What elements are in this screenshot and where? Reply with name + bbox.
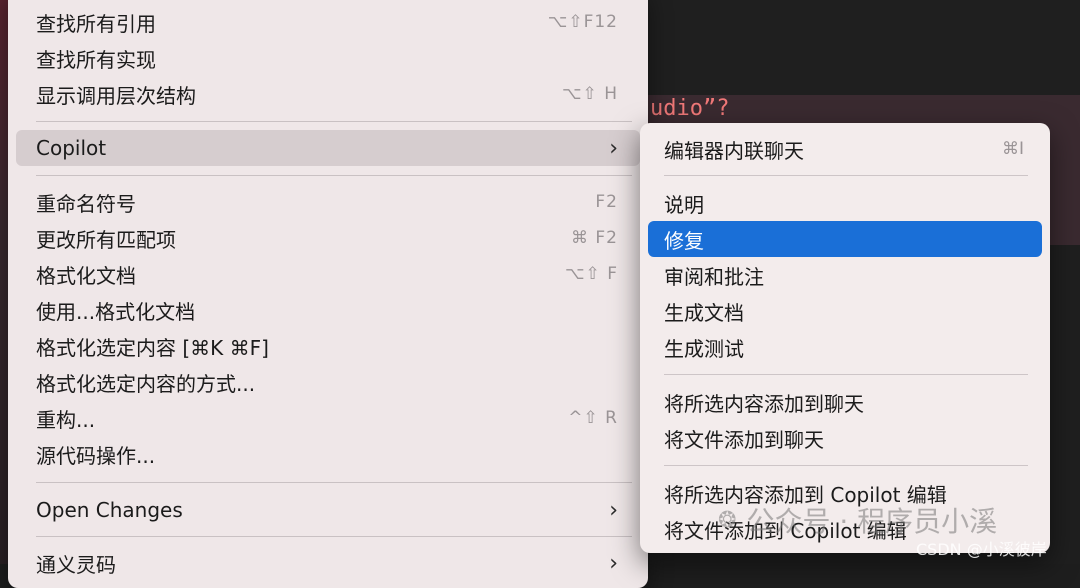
submenu-item-label: 生成文档 [664,300,744,325]
wechat-icon: ❂ [718,507,737,533]
menu-separator [36,175,632,176]
menu-item-label: 查找所有实现 [36,47,156,72]
context-menu: 查找所有引用 ⌥⇧F12 查找所有实现 显示调用层次结构 ⌥⇧ H Copilo… [8,0,648,588]
menu-item-label: 使用...格式化文档 [36,299,196,324]
submenu-item-label: 将所选内容添加到聊天 [664,391,864,416]
menu-item-label: Copilot [36,136,107,160]
menu-item-label: 格式化文档 [36,263,136,288]
menu-item-label: 重命名符号 [36,191,136,216]
menu-item-format-document[interactable]: 格式化文档 ⌥⇧ F [16,256,640,292]
menu-item-shortcut: ⌥⇧ H [561,84,618,104]
submenu-item-label: 审阅和批注 [664,264,764,289]
menu-item-rename-symbol[interactable]: 重命名符号 F2 [16,184,640,220]
menu-item-label: 源代码操作... [36,443,156,468]
chevron-right-icon: › [609,550,618,576]
menu-item-refactor[interactable]: 重构... ^⇧ R [16,400,640,436]
submenu-item-add-file-to-chat[interactable]: 将文件添加到聊天 [648,420,1042,456]
menu-item-shortcut: ⌘ F2 [571,228,618,248]
code-line: udio”? [650,96,730,121]
csdn-watermark: CSDN @小溪彼岸 [916,540,1047,559]
menu-item-change-all-occurrences[interactable]: 更改所有匹配项 ⌘ F2 [16,220,640,256]
menu-item-label: 显示调用层次结构 [36,83,196,108]
submenu-separator [664,465,1028,466]
submenu-item-generate-docs[interactable]: 生成文档 [648,293,1042,329]
menu-item-copilot[interactable]: Copilot › [16,130,640,166]
menu-item-label: 通义灵码 [36,552,116,577]
menu-item-shortcut: ⌥⇧ F [564,264,618,284]
code-gutter-strip [0,0,8,564]
chevron-right-icon: › [609,497,618,523]
menu-item-format-selection-with[interactable]: 格式化选定内容的方式... [16,364,640,400]
submenu-item-label: 编辑器内联聊天 [664,138,804,163]
menu-item-tongyi-lingma[interactable]: 通义灵码 › [16,545,640,581]
submenu-item-fix[interactable]: 修复 [648,221,1042,257]
menu-item-label: 格式化选定内容 [⌘K ⌘F] [36,335,269,360]
menu-separator [36,482,632,483]
copilot-submenu: 编辑器内联聊天 ⌘I 说明 修复 审阅和批注 生成文档 生成测试 将所选内容添加… [640,123,1050,553]
menu-item-find-all-implementations[interactable]: 查找所有实现 [16,40,640,76]
menu-separator [36,536,632,537]
submenu-item-label: 生成测试 [664,336,744,361]
menu-item-label: 重构... [36,407,96,432]
menu-item-shortcut: ^⇧ R [568,408,618,428]
menu-item-show-call-hierarchy[interactable]: 显示调用层次结构 ⌥⇧ H [16,76,640,112]
submenu-item-label: 说明 [664,192,704,217]
menu-item-open-changes[interactable]: Open Changes › [16,492,640,528]
menu-item-source-action[interactable]: 源代码操作... [16,436,640,472]
menu-item-shortcut: F2 [595,192,618,212]
submenu-item-explain[interactable]: 说明 [648,185,1042,221]
submenu-item-label: 将文件添加到聊天 [664,427,824,452]
submenu-item-add-selection-to-chat[interactable]: 将所选内容添加到聊天 [648,384,1042,420]
chevron-right-icon: › [609,135,618,161]
menu-separator [36,121,632,122]
menu-item-shortcut: ⌥⇧F12 [547,12,618,32]
menu-item-label: 查找所有引用 [36,11,156,36]
menu-item-format-document-with[interactable]: 使用...格式化文档 [16,292,640,328]
watermark: ❂ 公众号 · 程序员小溪 [718,500,997,540]
submenu-separator [664,374,1028,375]
menu-item-find-all-references[interactable]: 查找所有引用 ⌥⇧F12 [16,4,640,40]
submenu-item-label: 修复 [664,228,704,253]
menu-item-format-selection[interactable]: 格式化选定内容 [⌘K ⌘F] [16,328,640,364]
submenu-item-generate-tests[interactable]: 生成测试 [648,329,1042,365]
menu-item-label: Open Changes [36,498,183,522]
watermark-text: 公众号 · 程序员小溪 [746,505,998,538]
submenu-item-inline-chat[interactable]: 编辑器内联聊天 ⌘I [648,131,1042,167]
menu-item-label: 格式化选定内容的方式... [36,371,256,396]
submenu-separator [664,175,1028,176]
submenu-item-shortcut: ⌘I [1001,139,1024,159]
menu-item-label: 更改所有匹配项 [36,227,176,252]
submenu-item-review-and-comment[interactable]: 审阅和批注 [648,257,1042,293]
